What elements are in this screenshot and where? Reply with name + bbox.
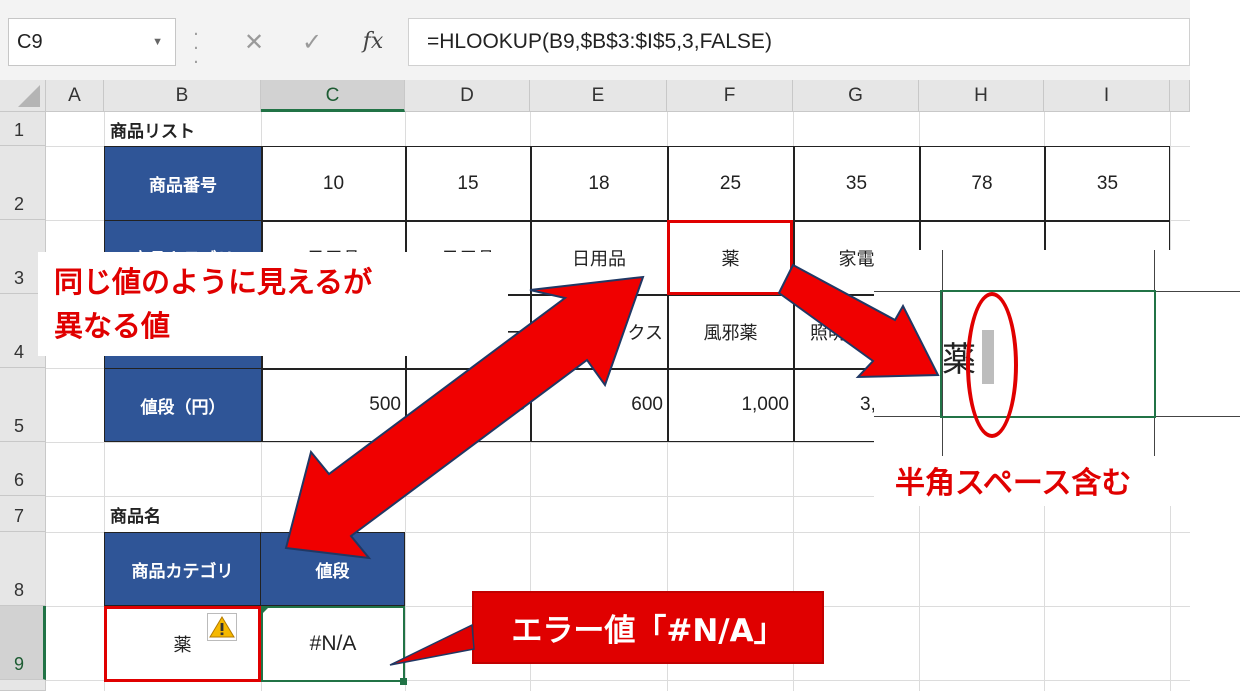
double-arrow	[284, 275, 645, 560]
error-label-pointer	[389, 623, 475, 666]
annotation-arrows	[284, 263, 940, 666]
zoom-arrow	[777, 263, 940, 379]
